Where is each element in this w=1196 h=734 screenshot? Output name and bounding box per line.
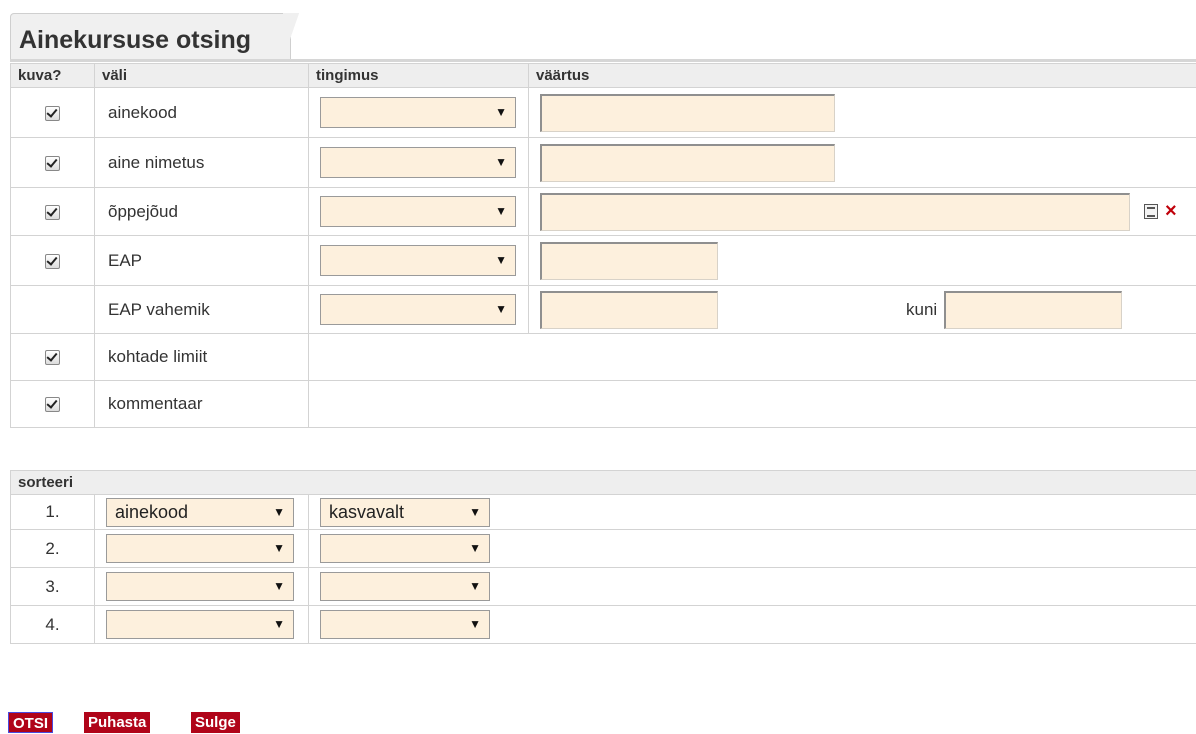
- field-label: kohtade limiit: [95, 334, 309, 381]
- field-label: ainekood: [95, 88, 309, 138]
- field-row-eap-vahemik: EAP vahemik ▼ kuni: [11, 286, 1196, 334]
- value-input-eap[interactable]: [540, 242, 718, 280]
- sort-order-select-4[interactable]: ▼: [320, 610, 490, 639]
- search-fields-table: kuva? väli tingimus väärtus ainekood ▼ a…: [10, 63, 1196, 428]
- field-row-aine-nimetus: aine nimetus ▼: [11, 138, 1196, 188]
- field-row-kommentaar: kommentaar: [11, 381, 1196, 428]
- search-button[interactable]: OTSI: [8, 712, 53, 733]
- chevron-down-icon: ▼: [469, 499, 481, 526]
- list-icon[interactable]: [1144, 204, 1158, 219]
- chevron-down-icon: ▼: [495, 246, 507, 275]
- condition-select-ainekood[interactable]: ▼: [320, 97, 516, 128]
- condition-select-eap-vahemik[interactable]: ▼: [320, 294, 516, 325]
- sort-field-select-4[interactable]: ▼: [106, 610, 294, 639]
- field-row-eap: EAP ▼: [11, 236, 1196, 286]
- sort-row-number: 1.: [11, 495, 95, 530]
- show-checkbox-oppejoud[interactable]: [45, 205, 60, 220]
- show-checkbox-kommentaar[interactable]: [45, 397, 60, 412]
- sort-row: 1. ainekood ▼ kasvavalt ▼: [11, 495, 1196, 530]
- condition-select-eap[interactable]: ▼: [320, 245, 516, 276]
- column-header-show: kuva?: [11, 64, 95, 88]
- sort-row-number: 4.: [11, 606, 95, 644]
- sort-field-value: ainekood: [115, 502, 188, 522]
- range-to-label: kuni: [906, 300, 937, 319]
- sort-order-select-2[interactable]: ▼: [320, 534, 490, 563]
- sort-order-select-3[interactable]: ▼: [320, 572, 490, 601]
- clear-button[interactable]: Puhasta: [84, 712, 150, 733]
- show-checkbox-eap[interactable]: [45, 254, 60, 269]
- column-header-value: väärtus: [529, 64, 1196, 88]
- chevron-down-icon: ▼: [469, 535, 481, 562]
- sort-field-select-3[interactable]: ▼: [106, 572, 294, 601]
- sort-field-select-2[interactable]: ▼: [106, 534, 294, 563]
- value-input-oppejoud[interactable]: [540, 193, 1130, 231]
- sort-row: 2. ▼ ▼: [11, 530, 1196, 568]
- field-label: kommentaar: [95, 381, 309, 428]
- tab-underline: [10, 59, 1196, 62]
- column-header-condition: tingimus: [309, 64, 529, 88]
- show-checkbox-aine-nimetus[interactable]: [45, 156, 60, 171]
- sort-row-number: 3.: [11, 568, 95, 606]
- close-button[interactable]: Sulge: [191, 712, 240, 733]
- value-input-ainekood[interactable]: [540, 94, 835, 132]
- tab-corner: [283, 13, 299, 59]
- chevron-down-icon: ▼: [273, 499, 285, 526]
- field-label: õppejõud: [95, 188, 309, 236]
- field-row-kohtade-limiit: kohtade limiit: [11, 334, 1196, 381]
- condition-select-oppejoud[interactable]: ▼: [320, 196, 516, 227]
- chevron-down-icon: ▼: [273, 573, 285, 600]
- sort-order-select-1[interactable]: kasvavalt ▼: [320, 498, 490, 527]
- chevron-down-icon: ▼: [495, 197, 507, 226]
- field-row-oppejoud: õppejõud ▼ ×: [11, 188, 1196, 236]
- field-row-ainekood: ainekood ▼: [11, 88, 1196, 138]
- tab-course-search: Ainekursuse otsing: [10, 13, 291, 59]
- chevron-down-icon: ▼: [469, 573, 481, 600]
- show-checkbox-kohtade-limiit[interactable]: [45, 350, 60, 365]
- close-icon[interactable]: ×: [1165, 200, 1177, 223]
- field-label: EAP: [95, 236, 309, 286]
- sort-row: 3. ▼ ▼: [11, 568, 1196, 606]
- chevron-down-icon: ▼: [273, 611, 285, 638]
- sort-field-select-1[interactable]: ainekood ▼: [106, 498, 294, 527]
- value-input-eap-from[interactable]: [540, 291, 718, 329]
- sort-table: sorteeri 1. ainekood▼ kasvavalt▼ 2. ▼ ▼ …: [10, 470, 1196, 644]
- sort-order-value: kasvavalt: [329, 502, 404, 522]
- field-label: EAP vahemik: [95, 286, 309, 334]
- chevron-down-icon: ▼: [495, 98, 507, 127]
- field-label: aine nimetus: [95, 138, 309, 188]
- chevron-down-icon: ▼: [495, 148, 507, 177]
- show-checkbox-ainekood[interactable]: [45, 106, 60, 121]
- value-input-aine-nimetus[interactable]: [540, 144, 835, 182]
- sort-row-number: 2.: [11, 530, 95, 568]
- condition-select-aine-nimetus[interactable]: ▼: [320, 147, 516, 178]
- chevron-down-icon: ▼: [495, 295, 507, 324]
- sort-row: 4. ▼ ▼: [11, 606, 1196, 644]
- sort-header: sorteeri: [11, 471, 1196, 495]
- chevron-down-icon: ▼: [273, 535, 285, 562]
- column-header-field: väli: [95, 64, 309, 88]
- chevron-down-icon: ▼: [469, 611, 481, 638]
- value-input-eap-to[interactable]: [944, 291, 1122, 329]
